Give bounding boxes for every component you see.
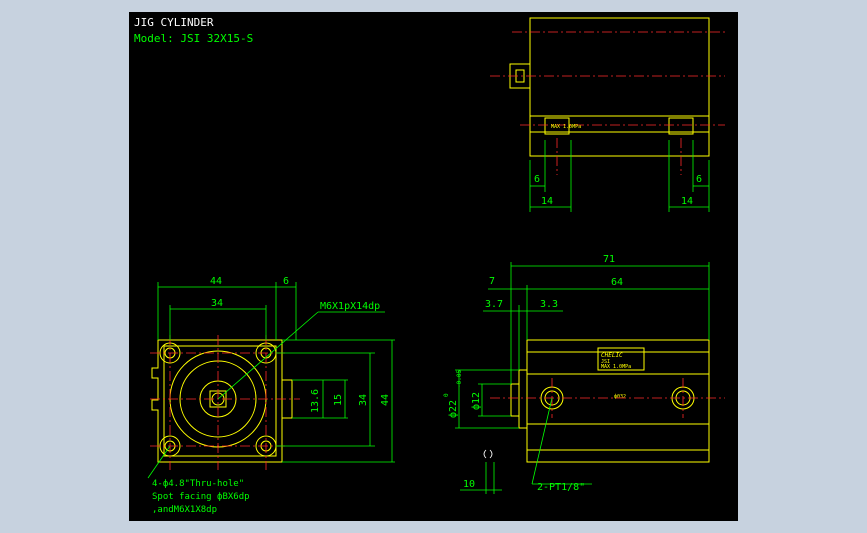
leader-thread	[217, 311, 319, 400]
top-view: MAX 1.0MPa 6 14 6 14	[490, 17, 725, 212]
front-view-inner	[163, 345, 277, 457]
dim-side-3-3: 3.3	[540, 299, 558, 310]
note-port: 2-PT1/8"	[537, 482, 585, 493]
dim-front-15: 15	[333, 394, 344, 406]
drawing-title: JIG CYLINDER	[134, 16, 214, 29]
dim-side-64: 64	[611, 277, 623, 288]
dim-top-right-14: 14	[681, 196, 693, 207]
drawing-model: Model: JSI 32X15-S	[134, 32, 253, 45]
dim-top-right-6: 6	[696, 174, 702, 185]
dim-front-34: 34	[211, 298, 223, 309]
dim-top-left-6: 6	[534, 174, 540, 185]
dim-side-d12: ф12	[470, 392, 482, 410]
nameplate-brand: CHELIC	[601, 352, 623, 359]
dim-side-d22-tol-lower: -0.05	[456, 370, 463, 388]
dim-side-d22-tol-upper: 0	[443, 393, 450, 397]
top-view-plate-text: MAX 1.0MPa	[551, 124, 581, 130]
dim-side-d22: ф22	[447, 400, 459, 418]
front-view: 44 6 34 M6X1pX14dp 13.6 15 34 44 4-ф4.8"…	[147, 276, 395, 515]
dim-side-71: 71	[603, 254, 615, 265]
dim-front-44-right: 44	[380, 394, 391, 406]
side-view: CHELIC JSI MAX 1.0MPa ф032 71 7 64 3.7 3…	[443, 254, 725, 494]
dim-front-44: 44	[210, 276, 222, 287]
dim-side-7: 7	[489, 276, 495, 287]
top-view-body	[529, 17, 710, 157]
note-holes-1: 4-ф4.8"Thru-hole"	[152, 479, 244, 489]
note-thread: M6X1pX14dp	[320, 301, 380, 312]
nameplate-pressure: MAX 1.0MPa	[601, 364, 631, 370]
note-holes-3: ,andM6X1X8dp	[152, 505, 217, 515]
dim-side-10: 10	[463, 479, 475, 490]
dim-side-3-7: 3.7	[485, 299, 503, 310]
side-view-rod	[510, 383, 520, 417]
note-holes-2: Spot facing фBX6dp	[152, 492, 250, 502]
dim-front-13-6: 13.6	[310, 389, 321, 413]
side-view-break	[483, 449, 493, 459]
side-view-bore-text: ф032	[614, 394, 626, 400]
dim-front-34-right: 34	[358, 394, 369, 406]
dim-front-6: 6	[283, 276, 289, 287]
cad-drawing: JIG CYLINDER Model: JSI 32X15-S MAX 1.0M…	[134, 16, 725, 515]
side-view-rod-end	[518, 369, 528, 429]
leader-port	[531, 397, 553, 485]
front-view-outline	[151, 339, 283, 463]
dim-top-left-14: 14	[541, 196, 553, 207]
